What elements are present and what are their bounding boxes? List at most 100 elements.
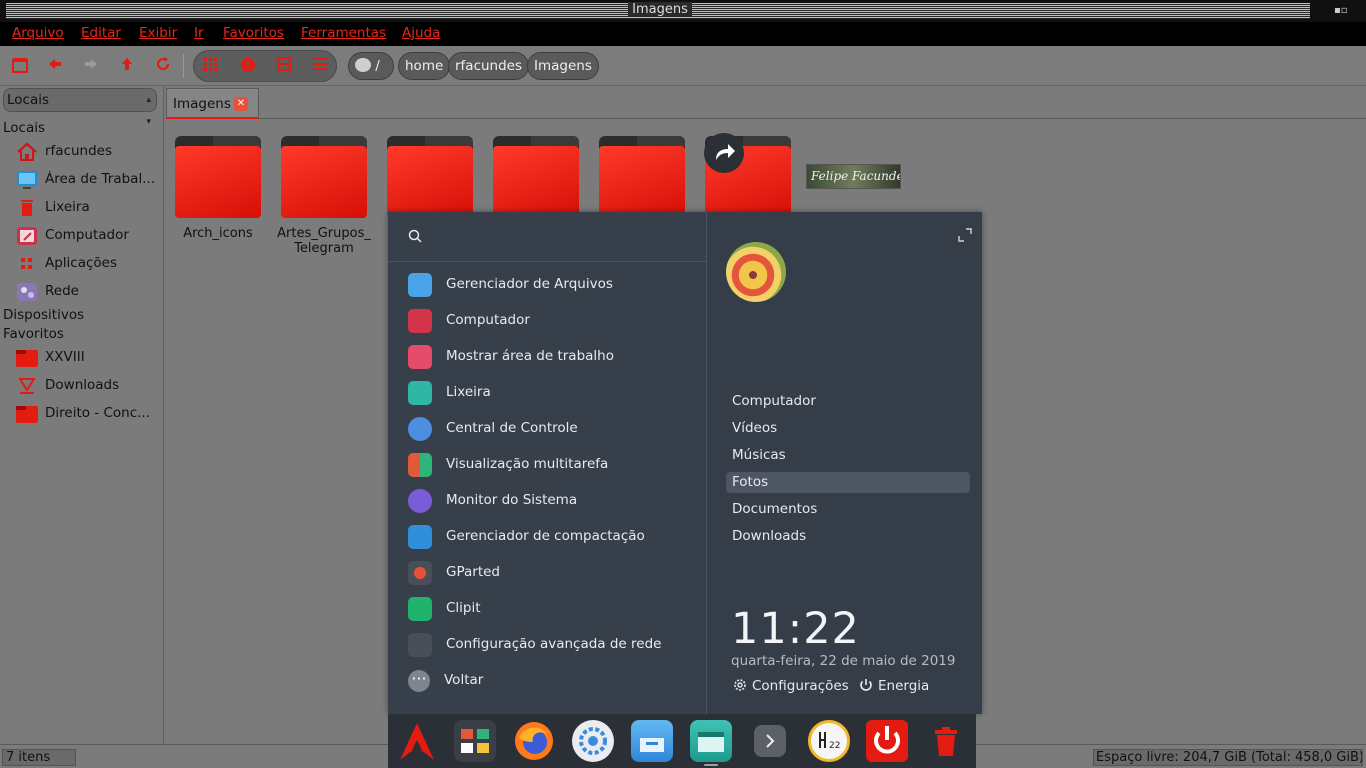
breadcrumb-imagens[interactable]: Imagens	[527, 52, 599, 80]
breadcrumb-root[interactable]: /	[348, 52, 394, 80]
show-more-icon[interactable]	[754, 725, 786, 757]
sidebar-item-home[interactable]: rfacundes	[16, 140, 162, 164]
menu-arquivo[interactable]: Arquivo	[12, 25, 64, 41]
thumbnail-logo-text: Felipe Facundes	[811, 169, 901, 183]
settings-button[interactable]: Configurações	[732, 676, 849, 696]
app-label: Central de Controle	[446, 420, 578, 436]
app-label: Clipit	[446, 600, 481, 616]
power-button[interactable]: Energia	[858, 676, 929, 696]
place-photos[interactable]: Fotos	[726, 472, 970, 493]
place-music[interactable]: Músicas	[726, 445, 970, 466]
menu-favoritos[interactable]: Favoritos	[223, 25, 284, 41]
folder-item[interactable]	[281, 136, 367, 218]
sidebar-item-downloads[interactable]: Downloads	[16, 374, 162, 398]
forward-arrow-icon[interactable]	[81, 56, 101, 76]
clock-time: 11:22	[731, 604, 860, 654]
menu-exibir[interactable]: Exibir	[139, 25, 177, 41]
app-label: Visualização multitarefa	[446, 456, 609, 472]
sidebar-item-computer[interactable]: Computador	[16, 224, 162, 248]
gparted-icon	[408, 561, 432, 585]
applications-icon	[16, 254, 38, 274]
folder-item[interactable]	[175, 136, 261, 218]
back-button[interactable]: ··· Voltar	[388, 663, 707, 699]
sidebar-item-desktop[interactable]: Área de Trabal...	[16, 168, 162, 192]
menu-ferramentas[interactable]: Ferramentas	[301, 25, 386, 41]
file-manager-icon[interactable]	[631, 720, 673, 762]
menu-ir[interactable]: Ir	[194, 25, 204, 41]
app-label: Mostrar área de trabalho	[446, 348, 614, 364]
section-devices: Dispositivos	[3, 307, 85, 323]
breadcrumb-rfacundes[interactable]: rfacundes	[448, 52, 530, 80]
app-system-monitor[interactable]: Monitor do Sistema	[388, 483, 707, 519]
place-computer[interactable]: Computador	[726, 391, 970, 412]
tab-imagens[interactable]: Imagens ✕	[166, 88, 259, 119]
breadcrumb-root-label: /	[375, 58, 380, 74]
icon-view-icon[interactable]	[202, 57, 222, 77]
expand-icon[interactable]	[958, 228, 972, 242]
list-view-icon[interactable]	[310, 57, 330, 77]
app-label: Gerenciador de Arquivos	[446, 276, 613, 292]
free-space: Espaço livre: 204,7 GiB (Total: 458,0 Gi…	[1093, 749, 1363, 766]
reload-icon[interactable]	[153, 56, 173, 76]
sidebar-item-direito[interactable]: Direito - Conc...	[16, 402, 162, 426]
firefox-icon[interactable]	[513, 720, 555, 762]
image-thumbnail[interactable]: Felipe Facundes	[806, 164, 901, 189]
control-center-icon[interactable]	[572, 720, 614, 762]
info-icon[interactable]	[238, 57, 258, 77]
folder-item[interactable]	[387, 136, 473, 218]
network-config-icon	[408, 633, 432, 657]
control-center-icon	[408, 417, 432, 441]
sidebar-item-trash[interactable]: Lixeira	[16, 196, 162, 220]
app-file-manager[interactable]: Gerenciador de Arquivos	[388, 267, 707, 303]
app-show-desktop[interactable]: Mostrar área de trabalho	[388, 339, 707, 375]
search-icon	[408, 229, 422, 243]
app-clipit[interactable]: Clipit	[388, 591, 707, 627]
folder-icon	[16, 404, 38, 424]
place-documents[interactable]: Documentos	[726, 499, 970, 520]
menu-ajuda[interactable]: Ajuda	[402, 25, 440, 41]
sidebar-item-label: rfacundes	[45, 143, 113, 159]
toolbar-separator	[183, 54, 184, 78]
folder-item[interactable]	[599, 136, 685, 218]
arch-logo-icon[interactable]	[396, 720, 438, 762]
place-videos[interactable]: Vídeos	[726, 418, 970, 439]
app-trash[interactable]: Lixeira	[388, 375, 707, 411]
folder-item[interactable]	[493, 136, 579, 218]
place-downloads[interactable]: Downloads	[726, 526, 970, 547]
home-icon	[16, 142, 38, 162]
multitask-icon[interactable]	[454, 720, 496, 762]
compact-view-icon[interactable]	[274, 57, 294, 77]
back-arrow-icon[interactable]	[45, 56, 65, 76]
app-control-center[interactable]: Central de Controle	[388, 411, 707, 447]
sidebar-item-label: Computador	[45, 227, 129, 243]
power-icon[interactable]	[866, 720, 908, 762]
app-label: Monitor do Sistema	[446, 492, 578, 508]
menu-editar[interactable]: Editar	[81, 25, 121, 41]
up-arrow-icon[interactable]	[117, 56, 137, 76]
launcher-search[interactable]	[388, 212, 707, 262]
download-icon	[16, 376, 38, 396]
sidebar-item-label: Rede	[45, 283, 79, 299]
app-launcher: Gerenciador de Arquivos Computador Mostr…	[388, 212, 982, 714]
breadcrumb-home[interactable]: home	[398, 52, 451, 80]
close-tab-icon[interactable]: ✕	[234, 97, 248, 111]
app-gparted[interactable]: GParted	[388, 555, 707, 591]
trash-icon[interactable]	[925, 720, 967, 762]
app-multitask[interactable]: Visualização multitarefa	[388, 447, 707, 483]
app-network-config[interactable]: Configuração avançada de rede	[388, 627, 707, 663]
tab-bar: Imagens ✕	[165, 86, 1366, 119]
side-pane-selector[interactable]: Locais ▴ ▾	[3, 88, 157, 127]
sidebar-item-xxviii[interactable]: XXVIII	[16, 346, 162, 370]
app-store-icon[interactable]	[690, 720, 732, 762]
app-label: Lixeira	[446, 384, 491, 400]
sidebar-item-label: XXVIII	[45, 349, 85, 365]
restore-icon[interactable]: ▪▫	[1334, 5, 1348, 17]
sidebar-item-network[interactable]: Rede	[16, 280, 162, 304]
clock-icon[interactable]: 22	[808, 720, 850, 762]
sidebar-item-applications[interactable]: Aplicações	[16, 252, 162, 276]
sidebar: Locais ▴ ▾ Locais rfacundes Área de Traba…	[0, 86, 164, 744]
avatar[interactable]	[726, 242, 786, 302]
new-tab-icon[interactable]	[10, 56, 30, 76]
app-computer[interactable]: Computador	[388, 303, 707, 339]
app-archive-manager[interactable]: Gerenciador de compactação	[388, 519, 707, 555]
